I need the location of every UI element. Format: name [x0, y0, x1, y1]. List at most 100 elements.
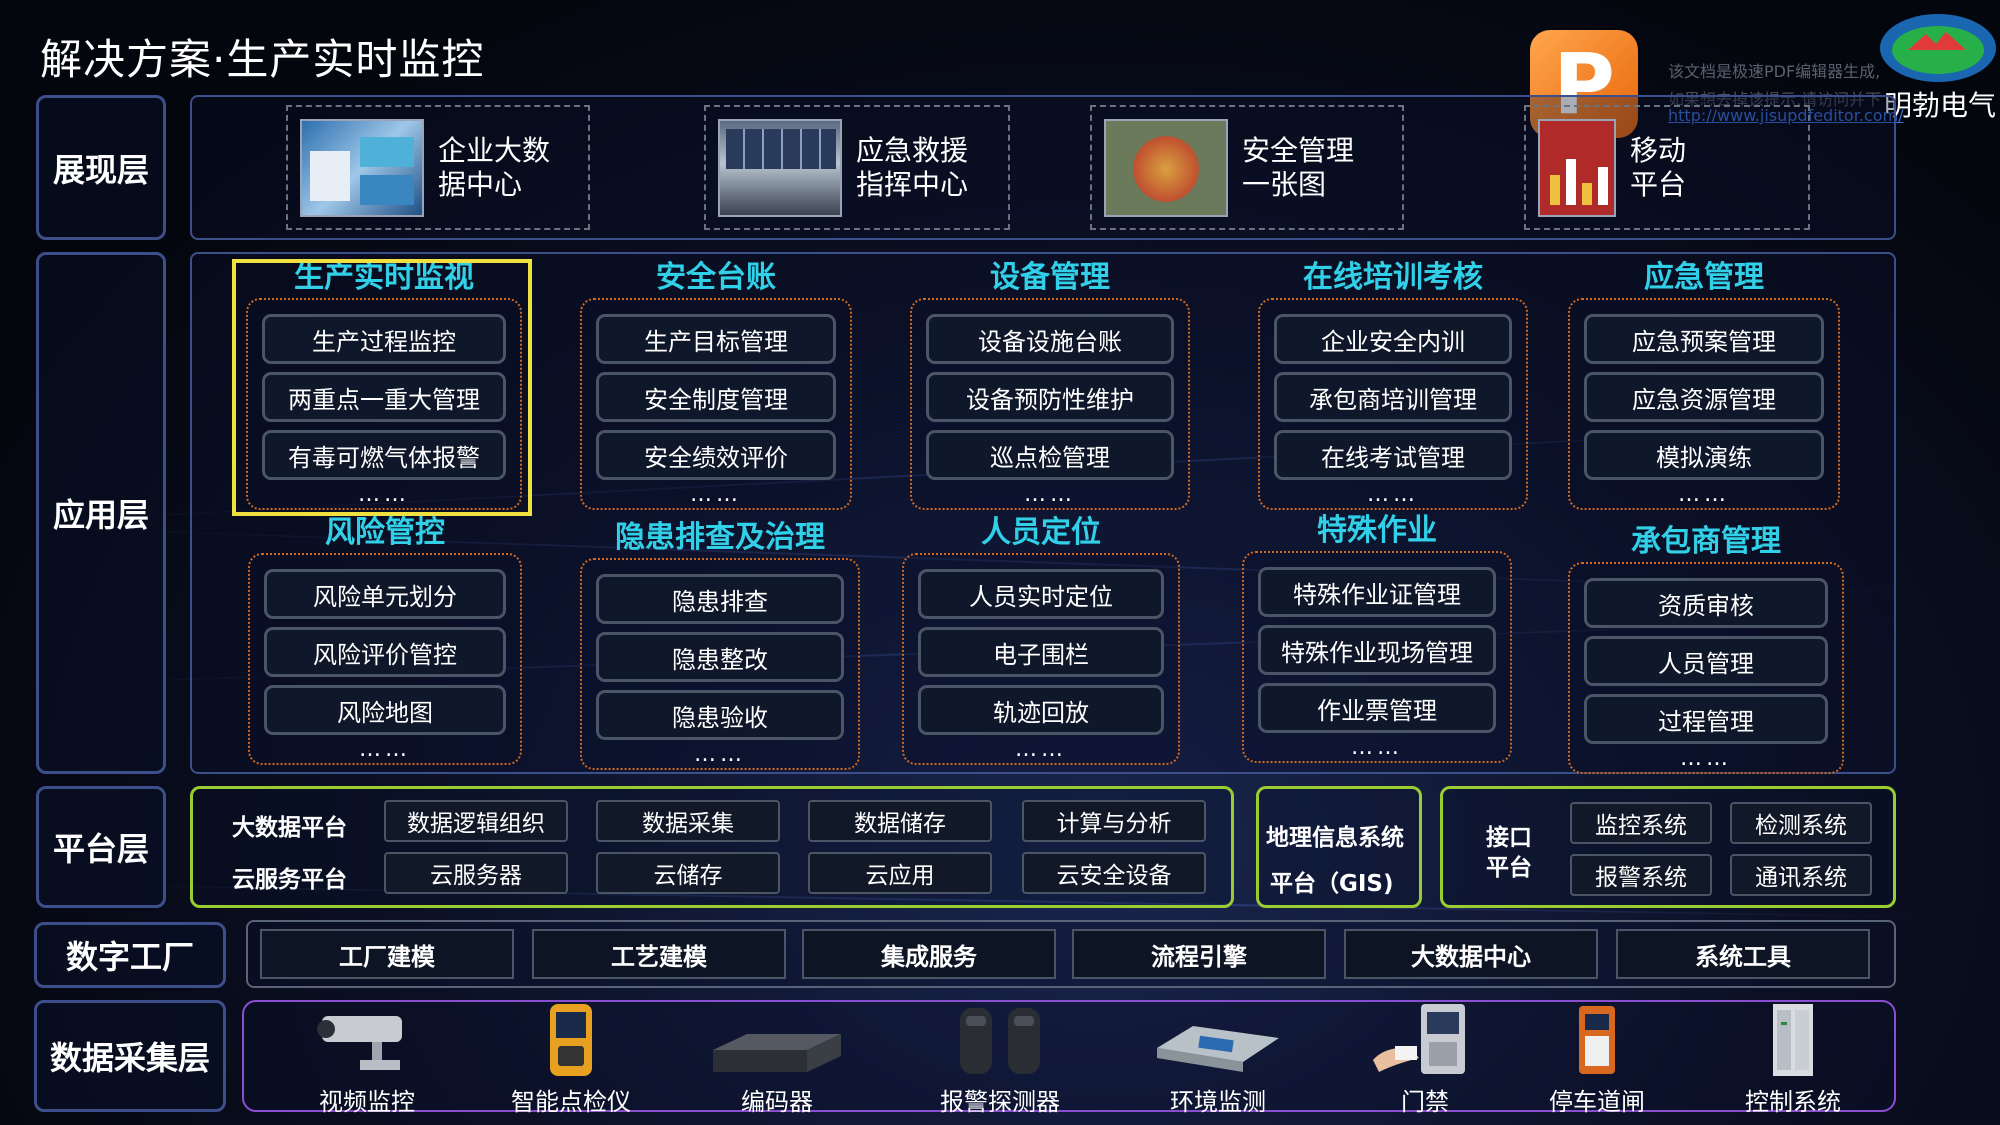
handheld-inspector-icon	[550, 1004, 592, 1076]
module-item[interactable]: 设备预防性维护	[926, 372, 1174, 422]
module-item[interactable]: 模拟演练	[1584, 430, 1824, 480]
module-title: 隐患排查及治理	[615, 520, 825, 555]
device-alarm-detector[interactable]: 报警探测器	[920, 1000, 1080, 1117]
presentation-safety-map[interactable]: 安全管理 一张图	[1090, 105, 1404, 230]
device-parking-gate[interactable]: 停车道闸	[1522, 1000, 1672, 1117]
presentation-label-line1: 应急救援	[856, 133, 969, 167]
safety-map-image	[1104, 118, 1228, 217]
factory-cell[interactable]: 流程引擎	[1072, 929, 1326, 979]
encoder-box-icon	[713, 1034, 841, 1072]
presentation-emergency-command[interactable]: 应急救援 指挥中心	[704, 105, 1010, 230]
platform-cell[interactable]: 云应用	[808, 852, 992, 894]
factory-cell[interactable]: 工厂建模	[260, 929, 514, 979]
device-environment-monitor[interactable]: 环境监测	[1138, 1000, 1298, 1117]
device-control-system[interactable]: 控制系统	[1718, 1000, 1868, 1117]
module-item[interactable]: 安全绩效评价	[596, 430, 836, 480]
building-dashboard-image	[300, 118, 424, 217]
module-title: 特殊作业	[1317, 513, 1437, 548]
device-label: 环境监测	[1170, 1088, 1266, 1116]
presentation-mobile-platform[interactable]: 移动 平台	[1524, 105, 1810, 230]
module-item[interactable]: 特殊作业现场管理	[1258, 625, 1496, 675]
layer-digital-factory: 数字工厂	[34, 922, 226, 988]
module-safety-ledger[interactable]: 安全台账 生产目标管理 安全制度管理 安全绩效评价 ……	[580, 258, 852, 510]
module-risk-control[interactable]: 风险管控 风险单元划分 风险评价管控 风险地图 ……	[248, 513, 522, 765]
interface-cell[interactable]: 检测系统	[1730, 802, 1872, 844]
device-label: 停车道闸	[1549, 1088, 1645, 1116]
module-title: 安全台账	[656, 260, 776, 295]
interface-cell[interactable]: 监控系统	[1570, 802, 1712, 844]
module-special-operations[interactable]: 特殊作业 特殊作业证管理 特殊作业现场管理 作业票管理 ……	[1242, 511, 1512, 763]
module-item[interactable]: 特殊作业证管理	[1258, 567, 1496, 617]
module-online-training[interactable]: 在线培训考核 企业安全内训 承包商培训管理 在线考试管理 ……	[1258, 258, 1528, 510]
module-item[interactable]: 生产目标管理	[596, 314, 836, 364]
mobile-chart-image	[1538, 118, 1616, 217]
control-cabinet-icon	[1773, 1004, 1813, 1076]
module-item[interactable]: 隐患验收	[596, 690, 844, 740]
module-item[interactable]: 风险评价管控	[264, 627, 506, 677]
platform-cell[interactable]: 数据储存	[808, 800, 992, 842]
device-video-monitor[interactable]: 视频监控	[292, 1000, 442, 1117]
device-encoder[interactable]: 编码器	[702, 1000, 852, 1117]
alarm-detector-icon	[960, 1008, 1040, 1074]
brand-name: 明勃电气	[1884, 89, 1997, 122]
interface-label-line1: 接口	[1486, 825, 1532, 851]
module-hazard-investigation[interactable]: 隐患排查及治理 隐患排查 隐患整改 隐患验收 ……	[580, 518, 860, 770]
presentation-label-line1: 安全管理	[1242, 133, 1355, 167]
layer-application: 应用层	[36, 252, 166, 774]
module-item[interactable]: 资质审核	[1584, 578, 1828, 628]
factory-cell[interactable]: 大数据中心	[1344, 929, 1598, 979]
platform-cell[interactable]: 计算与分析	[1022, 800, 1206, 842]
module-item[interactable]: 承包商培训管理	[1274, 372, 1512, 422]
module-item[interactable]: 设备设施台账	[926, 314, 1174, 364]
module-item[interactable]: 作业票管理	[1258, 683, 1496, 733]
module-item[interactable]: 隐患排查	[596, 574, 844, 624]
more-dots: ……	[1024, 482, 1076, 507]
module-item[interactable]: 过程管理	[1584, 694, 1828, 744]
platform-cell[interactable]: 云服务器	[384, 852, 568, 894]
presentation-label-line2: 指挥中心	[856, 167, 969, 201]
module-item[interactable]: 巡点检管理	[926, 430, 1174, 480]
presentation-bigdata-center[interactable]: 企业大数 据中心	[286, 105, 590, 230]
interface-cell[interactable]: 报警系统	[1570, 854, 1712, 896]
module-title: 人员定位	[981, 515, 1101, 550]
factory-cell[interactable]: 集成服务	[802, 929, 1056, 979]
device-access-control[interactable]: 门禁	[1350, 1000, 1500, 1117]
module-title: 风险管控	[325, 515, 445, 550]
module-equipment-management[interactable]: 设备管理 设备设施台账 设备预防性维护 巡点检管理 ……	[910, 258, 1190, 510]
presentation-label-line2: 据中心	[438, 167, 523, 201]
device-label: 智能点检仪	[511, 1088, 631, 1116]
module-item[interactable]: 人员实时定位	[918, 569, 1164, 619]
platform-cell[interactable]: 数据采集	[596, 800, 780, 842]
module-item[interactable]: 安全制度管理	[596, 372, 836, 422]
module-item[interactable]: 在线考试管理	[1274, 430, 1512, 480]
module-title: 在线培训考核	[1303, 260, 1483, 295]
device-label: 门禁	[1401, 1088, 1449, 1116]
factory-cell[interactable]: 工艺建模	[532, 929, 786, 979]
cctv-camera-icon	[317, 1016, 402, 1070]
module-item[interactable]: 风险单元划分	[264, 569, 506, 619]
module-contractor-management[interactable]: 承包商管理 资质审核 人员管理 过程管理 ……	[1568, 522, 1844, 774]
more-dots: ……	[359, 737, 411, 762]
module-item[interactable]: 隐患整改	[596, 632, 844, 682]
module-item[interactable]: 电子围栏	[918, 627, 1164, 677]
more-dots: ……	[1351, 735, 1403, 760]
interface-cell[interactable]: 通讯系统	[1730, 854, 1872, 896]
platform-cell[interactable]: 云安全设备	[1022, 852, 1206, 894]
module-item[interactable]: 应急资源管理	[1584, 372, 1824, 422]
module-item[interactable]: 人员管理	[1584, 636, 1828, 686]
module-item[interactable]: 应急预案管理	[1584, 314, 1824, 364]
gis-label-line1: 地理信息系统	[1266, 825, 1404, 851]
module-item[interactable]: 轨迹回放	[918, 685, 1164, 735]
module-item[interactable]: 风险地图	[264, 685, 506, 735]
presentation-label-line1: 企业大数	[438, 133, 551, 167]
presentation-label-line2: 平台	[1630, 167, 1687, 201]
platform-cell[interactable]: 数据逻辑组织	[384, 800, 568, 842]
device-label: 编码器	[741, 1088, 813, 1116]
selected-module-highlight	[232, 259, 532, 516]
device-smart-inspector[interactable]: 智能点检仪	[496, 1000, 646, 1117]
module-personnel-positioning[interactable]: 人员定位 人员实时定位 电子围栏 轨迹回放 ……	[902, 513, 1180, 765]
module-item[interactable]: 企业安全内训	[1274, 314, 1512, 364]
platform-cell[interactable]: 云储存	[596, 852, 780, 894]
factory-cell[interactable]: 系统工具	[1616, 929, 1870, 979]
module-emergency-management[interactable]: 应急管理 应急预案管理 应急资源管理 模拟演练 ……	[1568, 258, 1840, 510]
